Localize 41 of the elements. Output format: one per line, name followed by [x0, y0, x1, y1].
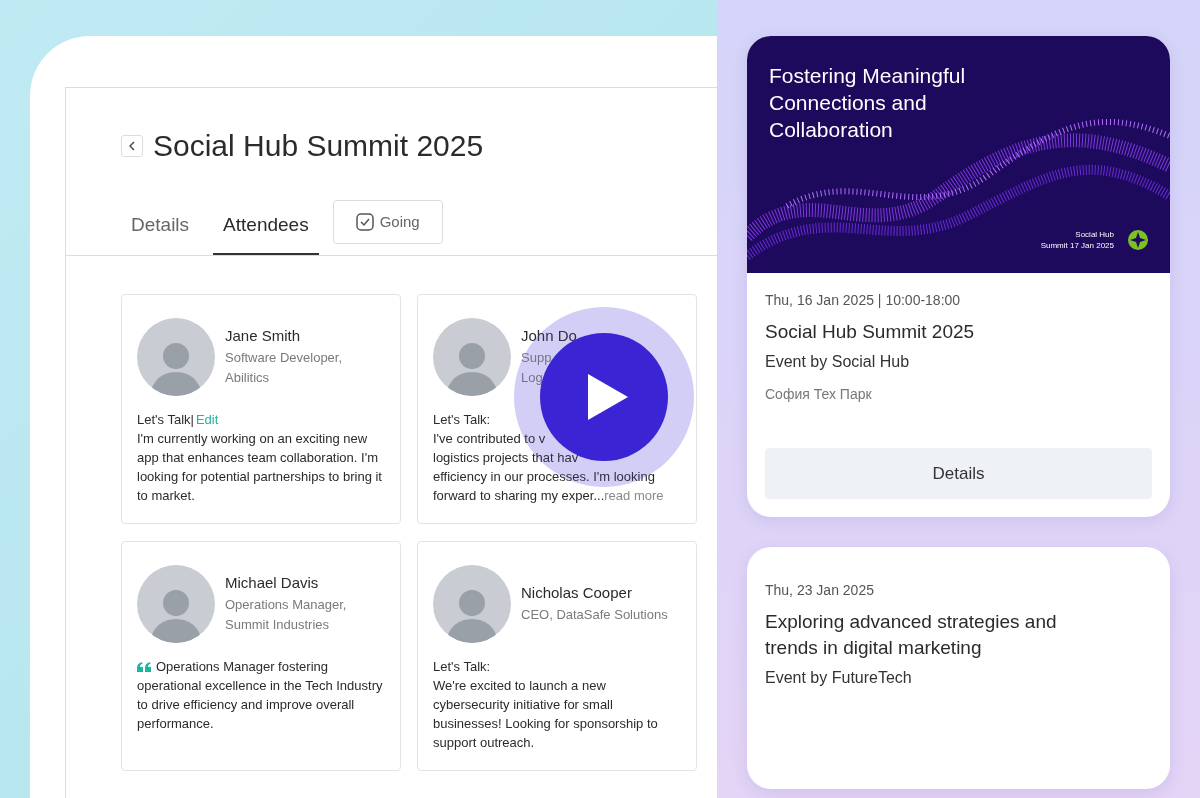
- event-organizer: Event by Social Hub: [765, 352, 911, 372]
- event-date: Thu, 23 Jan 2025: [765, 581, 875, 599]
- pitch-text: efficiency in our processes. I'm looking: [433, 468, 655, 486]
- banner-caption: Social Hub: [1075, 229, 1114, 240]
- lets-talk-label: Let's Talk:: [433, 658, 491, 676]
- play-icon: [588, 374, 628, 420]
- event-title: Social Hub Summit 2025: [765, 320, 976, 344]
- pitch-text: I'm currently working on an exciting new app that enhances team collaboration. I'm looking for potential partnerships to bring it to market.: [137, 430, 383, 505]
- quote-text: Operations Manager fostering operational excellence in the Tech Industry to drive efficiency and improve overall performance.: [137, 658, 384, 733]
- attendee-role: Abilitics: [225, 369, 271, 387]
- attendee-name: Jane Smith: [225, 326, 302, 346]
- banner-title: Fostering Meaningful Connections and Collaboration: [769, 63, 967, 143]
- attendee-role: CEO, DataSafe Solutions: [521, 606, 668, 624]
- attendee-name: Michael Davis: [225, 573, 320, 593]
- event-organizer: Event by FutureTech: [765, 668, 913, 688]
- tab[interactable]: Details: [121, 198, 200, 255]
- going-button[interactable]: Going: [332, 200, 443, 244]
- page-title: Social Hub Summit 2025: [153, 128, 484, 164]
- lets-talk-label: Let's Talk:: [433, 411, 492, 429]
- lets-talk-label: Let's Talk|: [137, 411, 194, 429]
- quote-icon: [137, 661, 151, 672]
- details-button[interactable]: Details: [765, 448, 1152, 499]
- read-more-link[interactable]: read more: [604, 486, 664, 505]
- attendee-role: Log: [521, 369, 544, 387]
- pitch-text: forward to sharing my exper...: [433, 487, 605, 505]
- event-title: Exploring advanced strategies and trends in digital marketing: [765, 610, 1058, 660]
- event-location: София Тех Парк: [765, 385, 873, 403]
- pitch-text: logistics projects that hav: [433, 449, 579, 467]
- event-date: Thu, 16 Jan 2025 | 10:00-18:00: [765, 291, 962, 309]
- attendee-name: Nicholas Cooper: [521, 583, 633, 603]
- attendee-role: Software Developer,: [225, 349, 343, 367]
- attendee-role: Summit Industries: [225, 616, 331, 634]
- logo-icon: [1128, 230, 1148, 250]
- attendee-name: John Do: [521, 326, 577, 346]
- tab[interactable]: Attendees: [213, 198, 319, 255]
- pitch-text: We're excited to launch a new cybersecurity initiative for small businesses! Looking for sponsorship to support outreach.: [433, 677, 659, 752]
- chevron-left-icon: [128, 141, 136, 151]
- attendee-role: Operations Manager,: [225, 596, 347, 614]
- pitch-text: I've contributed to v: [433, 430, 546, 448]
- attendee-role: Supp: [521, 349, 553, 367]
- banner-caption: Summit 17 Jan 2025: [1040, 240, 1114, 251]
